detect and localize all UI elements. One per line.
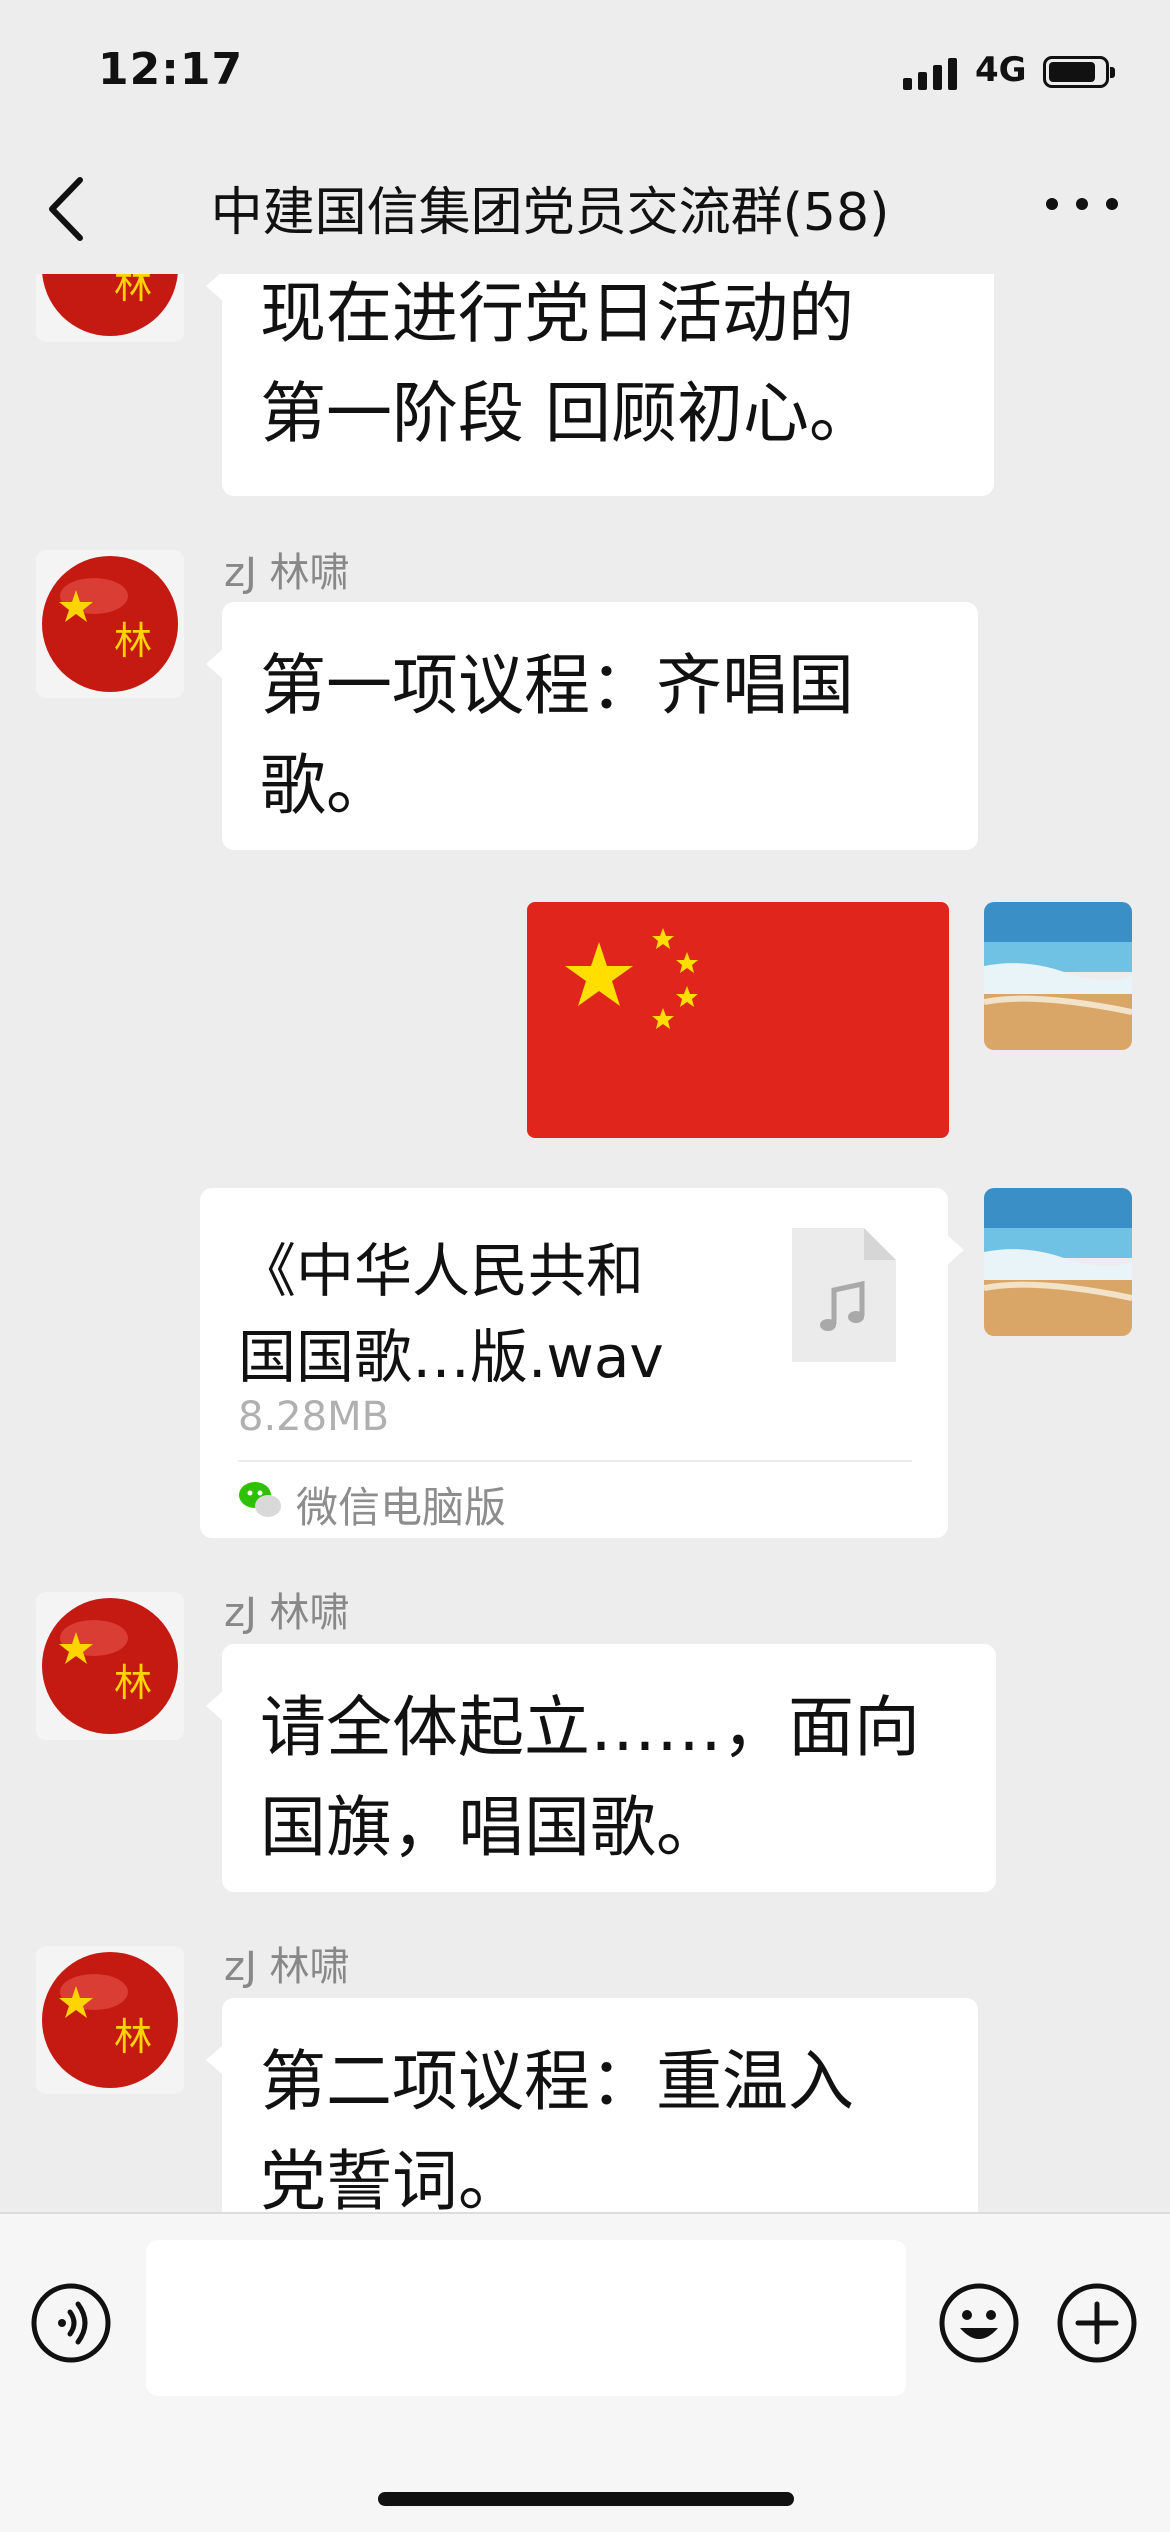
- chat-title: 中建国信集团党员交流群(58): [210, 183, 890, 243]
- message-line: 歌。: [260, 747, 392, 824]
- avatar[interactable]: 林: [36, 550, 184, 698]
- status-bar: 12:17 4G: [0, 0, 1170, 140]
- beach-avatar-icon: [984, 902, 1132, 1050]
- message-line: 第二项议程：重温入: [260, 2043, 854, 2120]
- file-source: 微信电脑版: [296, 1483, 507, 1532]
- chat-message-list[interactable]: 林 现在进行党日活动的 第一阶段 回顾初心。 林 zJ 林啸 第一项议程：齐唱国…: [0, 274, 1170, 2212]
- status-time: 12:17: [98, 44, 244, 95]
- message-bubble[interactable]: 现在进行党日活动的 第一阶段 回顾初心。: [206, 274, 994, 496]
- svg-text:林: 林: [114, 274, 152, 307]
- file-name-line: 国国歌…版.wav: [238, 1323, 664, 1391]
- message-line: 请全体起立……，面向: [260, 1689, 920, 1766]
- china-flag-image[interactable]: [527, 902, 949, 1138]
- avatar-icon: 林: [36, 274, 184, 342]
- avatar[interactable]: [984, 1188, 1132, 1336]
- message-line: 国旗，唱国歌。: [260, 1789, 722, 1866]
- music-file-icon: [792, 1228, 896, 1362]
- sender-name: zJ 林啸: [224, 1590, 350, 1636]
- signal-icon: [903, 58, 957, 90]
- battery-icon: [1043, 56, 1115, 88]
- input-bar: [0, 2212, 1170, 2532]
- network-label: 4G: [975, 50, 1027, 90]
- avatar[interactable]: 林: [36, 1592, 184, 1740]
- svg-text:林: 林: [114, 1661, 152, 1705]
- file-name: 《中华人民共和 国国歌…版.wav: [238, 1228, 758, 1400]
- message-bubble[interactable]: 第一项议程：齐唱国 歌。: [206, 602, 978, 850]
- svg-text:林: 林: [114, 2015, 152, 2059]
- sender-name: zJ 林啸: [224, 550, 350, 596]
- avatar-icon: 林: [36, 1592, 184, 1740]
- file-name-line: 《中华人民共和: [238, 1237, 645, 1305]
- ellipsis-icon[interactable]: [1042, 192, 1122, 216]
- voice-icon[interactable]: [30, 2282, 112, 2364]
- message-line: 党誓词。: [260, 2143, 524, 2212]
- message-bubble[interactable]: 请全体起立……，面向 国旗，唱国歌。: [206, 1644, 996, 1892]
- wechat-icon: [239, 1482, 281, 1517]
- nav-bar: 中建国信集团党员交流群(58): [0, 140, 1170, 274]
- svg-text:林: 林: [114, 619, 152, 663]
- plus-icon[interactable]: [1056, 2282, 1138, 2364]
- sender-name: zJ 林啸: [224, 1944, 350, 1990]
- file-divider: [238, 1460, 912, 1462]
- file-message-card[interactable]: 《中华人民共和 国国歌…版.wav 8.28MB 微信电脑版: [200, 1188, 964, 1538]
- home-indicator: [378, 2492, 794, 2506]
- avatar[interactable]: 林: [36, 274, 184, 342]
- avatar-icon: 林: [36, 550, 184, 698]
- chevron-left-icon[interactable]: [44, 176, 90, 242]
- message-line: 第一阶段 回顾初心。: [260, 375, 875, 452]
- emoji-icon[interactable]: [938, 2282, 1020, 2364]
- message-line: 现在进行党日活动的: [260, 275, 854, 352]
- avatar[interactable]: [984, 902, 1132, 1050]
- message-line: 第一项议程：齐唱国: [260, 647, 854, 724]
- flag-stars-icon: [565, 928, 698, 1029]
- avatar-icon: 林: [36, 1946, 184, 2094]
- message-bubble[interactable]: 第二项议程：重温入 党誓词。: [206, 1998, 978, 2212]
- beach-avatar-icon: [984, 1188, 1132, 1336]
- file-size: 8.28MB: [238, 1394, 390, 1440]
- message-input[interactable]: [146, 2240, 906, 2396]
- avatar[interactable]: 林: [36, 1946, 184, 2094]
